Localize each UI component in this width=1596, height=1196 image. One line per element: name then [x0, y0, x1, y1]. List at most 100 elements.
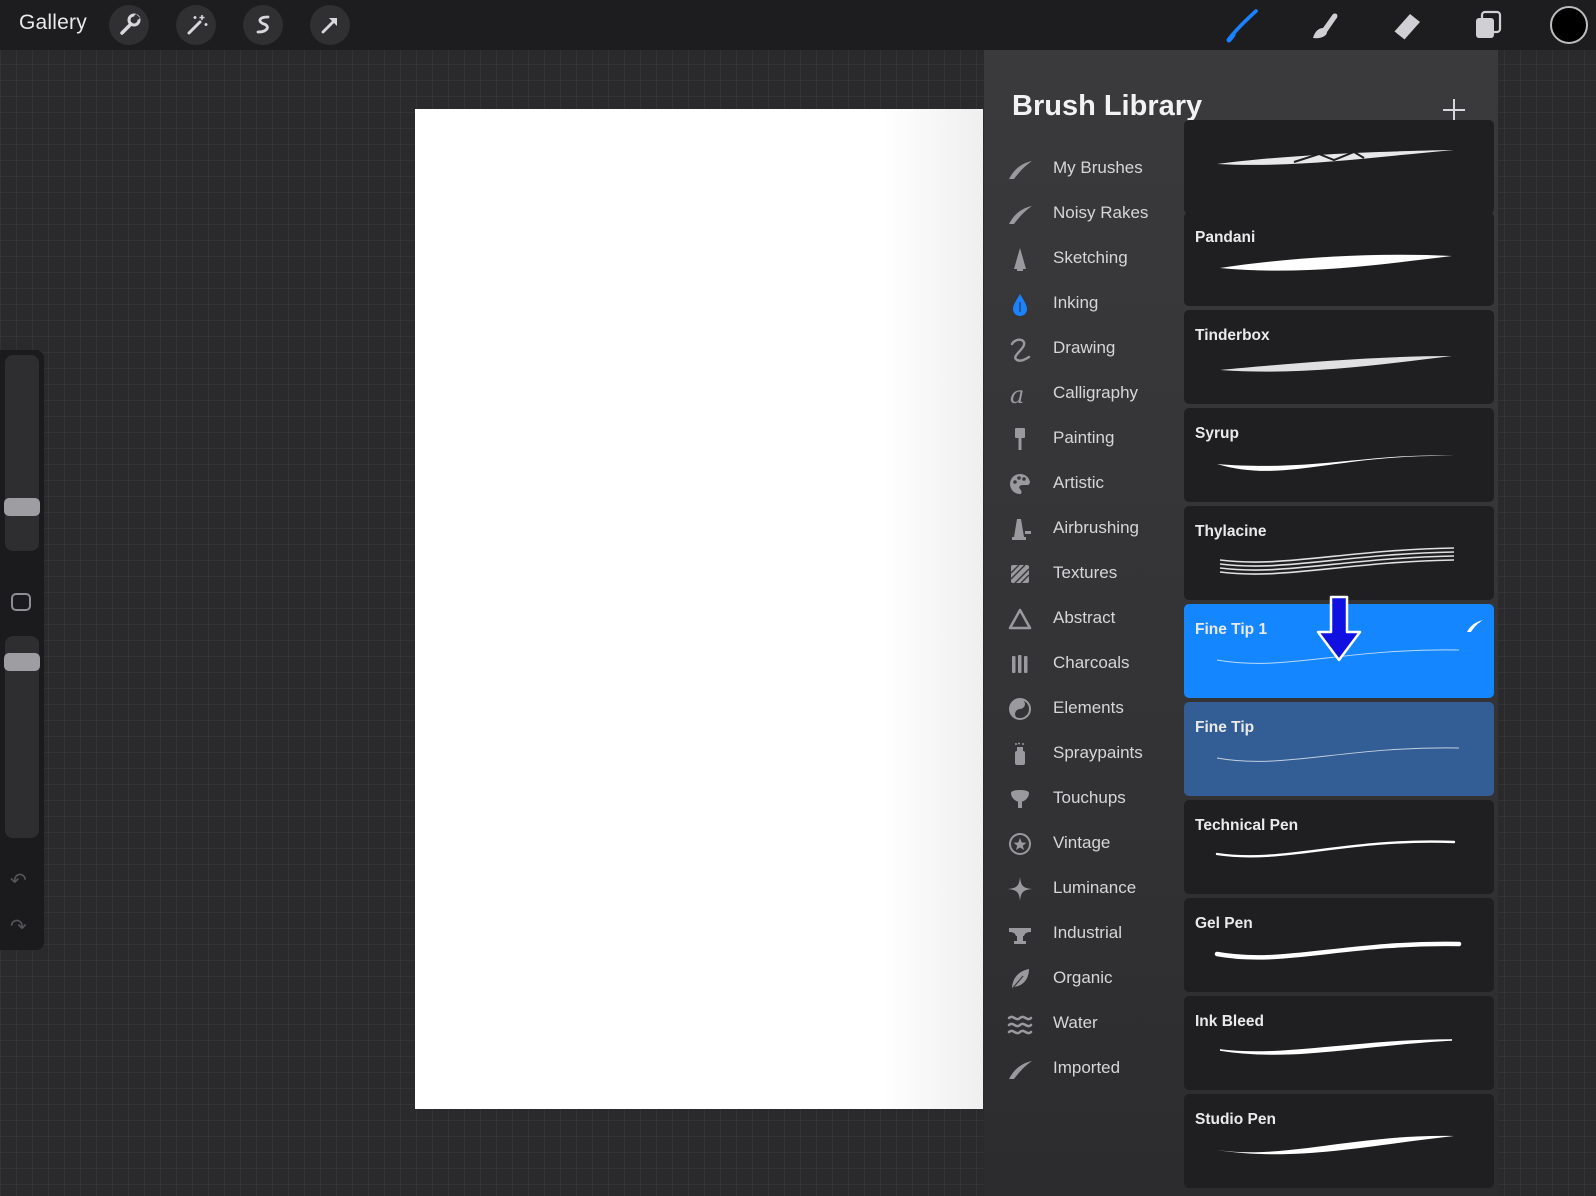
brush-stroke-preview — [1220, 356, 1452, 372]
category-abstract[interactable]: Abstract — [984, 599, 1184, 639]
opacity-thumb[interactable] — [4, 653, 40, 671]
brush-stroke-preview — [1215, 840, 1456, 858]
category-spraypaints[interactable]: Spraypaints — [984, 734, 1184, 774]
category-airbrushing[interactable]: Airbrushing — [984, 509, 1184, 549]
layers-icon[interactable] — [1467, 4, 1509, 46]
category-label: Drawing — [1053, 338, 1116, 357]
paintbrush-icon — [1006, 425, 1034, 453]
brush-item-syrup[interactable]: Syrup — [1184, 408, 1494, 502]
category-label: Airbrushing — [1053, 518, 1139, 537]
category-calligraphy[interactable]: a Calligraphy — [984, 374, 1184, 414]
category-label: Spraypaints — [1053, 743, 1143, 762]
category-industrial[interactable]: Industrial — [984, 914, 1184, 954]
brush-size-slider[interactable] — [5, 355, 39, 551]
undo-icon[interactable]: ↶ — [10, 868, 27, 893]
color-swatch[interactable] — [1550, 6, 1588, 44]
brush-name: Technical Pen — [1195, 817, 1299, 834]
brush-stroke-preview — [1217, 150, 1454, 165]
brush-stroke-preview — [1217, 455, 1454, 471]
waves-icon — [1006, 1010, 1034, 1038]
magic-wand-icon[interactable] — [176, 5, 216, 45]
ink-drop-icon — [1006, 290, 1034, 318]
brush-item-studio-pen[interactable]: Studio Pen — [1184, 1094, 1494, 1188]
category-label: Industrial — [1053, 923, 1122, 942]
eraser-icon[interactable] — [1385, 4, 1427, 46]
category-imported[interactable]: Imported — [984, 1049, 1184, 1089]
brush-item[interactable] — [1184, 120, 1494, 214]
category-inking[interactable]: Inking — [984, 284, 1184, 324]
category-charcoals[interactable]: Charcoals — [984, 644, 1184, 684]
svg-text:a: a — [1010, 381, 1024, 408]
category-label: Water — [1053, 1013, 1098, 1032]
squiggle-icon — [1006, 335, 1034, 363]
brush-item-ink-bleed[interactable]: Ink Bleed — [1184, 996, 1494, 1090]
selection-icon[interactable] — [243, 5, 283, 45]
palette-icon — [1006, 470, 1034, 498]
script-a-icon: a — [1006, 380, 1034, 409]
yin-yang-icon — [1006, 695, 1034, 723]
brush-size-thumb[interactable] — [4, 498, 40, 516]
brush-item-thylacine[interactable]: Thylacine — [1184, 506, 1494, 600]
brush-stroke-preview — [1220, 254, 1452, 271]
category-label: Charcoals — [1053, 653, 1130, 672]
category-label: Luminance — [1053, 878, 1137, 897]
category-touchups[interactable]: Touchups — [984, 779, 1184, 819]
brush-item-tinderbox[interactable]: Tinderbox — [1184, 310, 1494, 404]
category-label: Noisy Rakes — [1053, 203, 1149, 222]
brush-item-fine-tip[interactable]: Fine Tip — [1184, 702, 1494, 796]
category-organic[interactable]: Organic — [984, 959, 1184, 999]
transform-arrow-icon[interactable] — [310, 5, 350, 45]
triangle-icon — [1006, 605, 1034, 633]
brush-stroke-preview — [1219, 547, 1455, 575]
smudge-icon[interactable] — [1303, 4, 1345, 46]
top-toolbar: Gallery — [0, 0, 1596, 50]
category-label: Calligraphy — [1053, 383, 1139, 402]
category-label: Textures — [1053, 563, 1118, 582]
drawing-canvas[interactable] — [415, 109, 983, 1109]
redo-icon[interactable]: ↷ — [10, 914, 27, 939]
brush-name: Thylacine — [1195, 523, 1267, 540]
brush-name: Fine Tip 1 — [1195, 621, 1268, 638]
category-noisy-rakes[interactable]: Noisy Rakes — [984, 194, 1184, 234]
brush-item-gel-pen[interactable]: Gel Pen — [1184, 898, 1494, 992]
brush-name: Ink Bleed — [1195, 1013, 1264, 1030]
category-painting[interactable]: Painting — [984, 419, 1184, 459]
left-sidebar: ↶ ↷ — [0, 350, 44, 950]
brush-stroke-preview — [1217, 1135, 1454, 1155]
category-label: Inking — [1053, 293, 1099, 312]
sparkle-icon — [1006, 875, 1034, 903]
category-sketching[interactable]: Sketching — [984, 239, 1184, 279]
airbrush-icon — [1006, 515, 1034, 543]
category-elements[interactable]: Elements — [984, 689, 1184, 729]
brush-name: Syrup — [1195, 425, 1239, 442]
category-label: Touchups — [1053, 788, 1126, 807]
touchup-icon — [1006, 785, 1034, 813]
brush-item-pandani[interactable]: Pandani — [1184, 212, 1494, 306]
category-label: Organic — [1053, 968, 1113, 987]
brush-name: Pandani — [1195, 229, 1256, 246]
down-arrow-icon — [1316, 595, 1362, 662]
category-water[interactable]: Water — [984, 1004, 1184, 1044]
category-artistic[interactable]: Artistic — [984, 464, 1184, 504]
pencil-tip-icon — [1006, 245, 1034, 273]
category-label: Elements — [1053, 698, 1124, 717]
texture-icon — [1006, 560, 1034, 588]
category-my-brushes[interactable]: My Brushes — [984, 149, 1184, 189]
brush-name: Fine Tip — [1195, 719, 1255, 736]
brush-icon[interactable] — [1222, 4, 1264, 46]
modify-button[interactable] — [11, 593, 31, 611]
gallery-button[interactable]: Gallery — [19, 11, 87, 35]
category-luminance[interactable]: Luminance — [984, 869, 1184, 909]
brush-item-technical-pen[interactable]: Technical Pen — [1184, 800, 1494, 894]
category-vintage[interactable]: Vintage — [984, 824, 1184, 864]
wrench-icon[interactable] — [109, 5, 149, 45]
category-label: Artistic — [1053, 473, 1104, 492]
brush-name: Studio Pen — [1195, 1111, 1276, 1128]
category-textures[interactable]: Textures — [984, 554, 1184, 594]
category-drawing[interactable]: Drawing — [984, 329, 1184, 369]
feather-stroke-icon — [1466, 618, 1484, 639]
brush-name: Tinderbox — [1195, 327, 1270, 344]
star-badge-icon — [1006, 830, 1034, 858]
category-label: Abstract — [1053, 608, 1116, 627]
brush-library-panel: Brush Library My Brushes Noisy Rakes Sketc… — [984, 50, 1498, 1196]
